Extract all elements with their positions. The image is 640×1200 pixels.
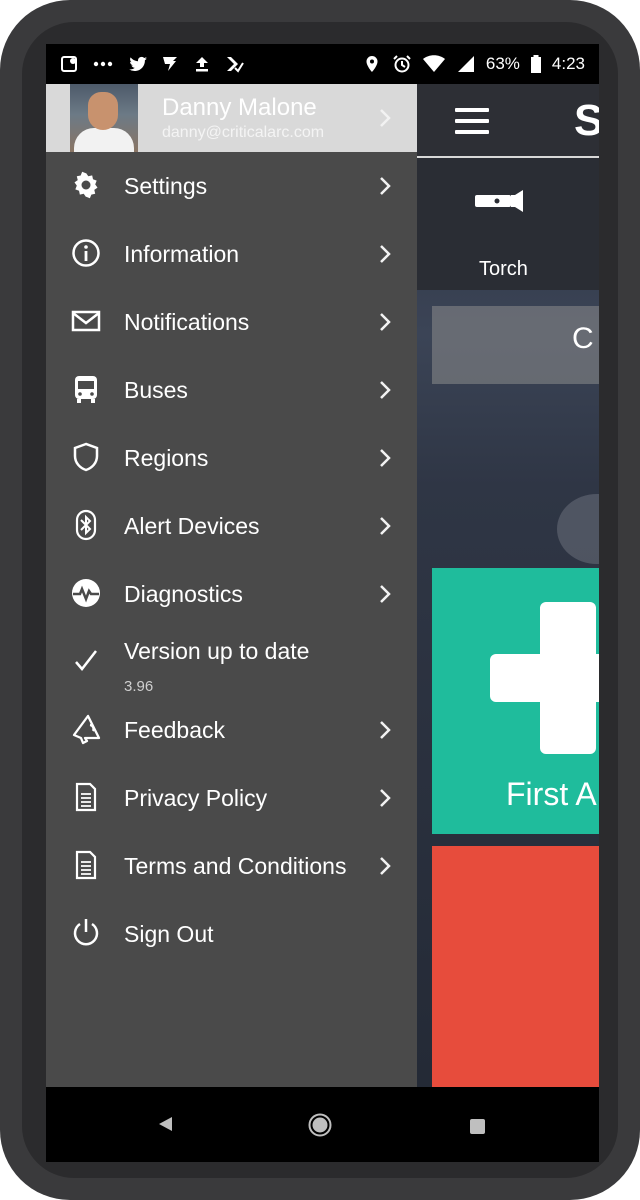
menu-item-label: Terms and Conditions xyxy=(124,853,347,879)
menu-item-label: Notifications xyxy=(124,309,250,335)
flashlight-icon xyxy=(475,190,523,212)
profile-email: danny@criticalarc.com xyxy=(162,124,325,141)
trello-icon xyxy=(163,57,177,71)
app-logo: S xyxy=(574,96,599,145)
twitter-icon xyxy=(129,56,147,72)
navigation-drawer: Danny Malone danny@criticalarc.com Setti… xyxy=(46,84,417,1087)
menu-item-sign-out[interactable]: Sign Out xyxy=(46,900,417,968)
torch-label: Torch xyxy=(479,258,528,280)
chevron-right-icon xyxy=(380,789,391,807)
menu-item-feedback[interactable]: Feedback xyxy=(46,696,417,764)
menu-item-label: Settings xyxy=(124,173,208,199)
chevron-right-icon xyxy=(380,109,391,127)
status-bar: 63% 4:23 xyxy=(46,44,599,84)
search-text: C xyxy=(572,322,594,355)
menu-item-label: Regions xyxy=(124,445,209,471)
app-header: S xyxy=(417,84,599,158)
torch-button[interactable]: Torch xyxy=(417,158,599,290)
profile-name: Danny Malone xyxy=(162,94,317,121)
chevron-right-icon xyxy=(380,313,391,331)
menu-item-label: Buses xyxy=(124,377,188,403)
chevron-right-icon xyxy=(380,381,391,399)
power-icon xyxy=(73,919,99,946)
profile-header[interactable]: Danny Malone danny@criticalarc.com xyxy=(46,84,417,152)
document-icon xyxy=(75,850,97,880)
first-aid-label: First A xyxy=(506,776,597,812)
document-icon xyxy=(75,782,97,812)
menu-item-alert-devices[interactable]: Alert Devices xyxy=(46,492,417,560)
envelope-icon xyxy=(71,310,101,332)
menu-item-label: Version up to date xyxy=(124,638,310,664)
emergency-tile[interactable] xyxy=(432,846,599,1116)
chevron-right-icon xyxy=(380,245,391,263)
system-navigation-bar xyxy=(46,1087,599,1162)
checkmark-icon xyxy=(75,650,97,671)
menu-item-buses[interactable]: Buses xyxy=(46,356,417,424)
battery-icon xyxy=(530,55,541,73)
menu-item-label: Sign Out xyxy=(124,921,214,947)
megaphone-icon xyxy=(72,714,101,745)
menu-item-label: Diagnostics xyxy=(124,581,243,607)
menu-item-settings[interactable]: Settings xyxy=(46,152,417,220)
recent-apps-icon[interactable] xyxy=(470,1119,485,1134)
pulse-icon xyxy=(72,579,100,607)
menu-item-regions[interactable]: Regions xyxy=(46,424,417,492)
search-bar[interactable]: C xyxy=(432,306,599,384)
location-icon xyxy=(366,56,378,72)
back-icon[interactable] xyxy=(156,1115,174,1133)
bus-icon xyxy=(75,376,97,403)
alarm-icon xyxy=(393,55,411,73)
menu-item-label: Privacy Policy xyxy=(124,785,268,811)
task-check-icon xyxy=(227,57,244,73)
menu-item-privacy-policy[interactable]: Privacy Policy xyxy=(46,764,417,832)
chevron-right-icon xyxy=(380,449,391,467)
home-icon[interactable] xyxy=(308,1113,332,1137)
map-marker-blur xyxy=(557,494,599,564)
first-aid-tile[interactable]: First A xyxy=(432,568,599,834)
menu-item-label: Information xyxy=(124,241,240,267)
chevron-right-icon xyxy=(380,517,391,535)
app-main-view: S Torch C First A xyxy=(417,84,599,1116)
bluetooth-icon xyxy=(75,509,97,541)
info-icon xyxy=(72,239,100,267)
drawer-menu: Settings Information Notifications Buses… xyxy=(46,152,417,968)
first-aid-cross-bar xyxy=(490,654,599,702)
menu-item-label: Feedback xyxy=(124,717,226,743)
version-number: 3.96 xyxy=(124,678,154,695)
wifi-icon xyxy=(422,55,445,72)
chevron-right-icon xyxy=(380,177,391,195)
menu-item-diagnostics[interactable]: Diagnostics xyxy=(46,560,417,628)
shield-icon xyxy=(73,442,99,472)
avatar xyxy=(70,84,138,152)
hamburger-menu-icon[interactable] xyxy=(455,108,489,134)
chevron-right-icon xyxy=(380,585,391,603)
menu-item-version: Version up to date 3.96 xyxy=(46,628,417,696)
upload-icon xyxy=(196,57,208,72)
menu-item-information[interactable]: Information xyxy=(46,220,417,288)
screen: 63% 4:23 S Torch C First A Danny Malone … xyxy=(46,44,599,1162)
maps-notification-icon xyxy=(61,56,77,72)
clock: 4:23 xyxy=(551,54,585,73)
menu-item-label: Alert Devices xyxy=(124,513,260,539)
more-notifications-icon xyxy=(93,61,113,67)
menu-item-terms-and-conditions[interactable]: Terms and Conditions xyxy=(46,832,417,900)
menu-item-notifications[interactable]: Notifications xyxy=(46,288,417,356)
chevron-right-icon xyxy=(380,721,391,739)
chevron-right-icon xyxy=(380,857,391,875)
gear-icon xyxy=(74,171,98,199)
cell-signal-icon xyxy=(457,56,474,72)
battery-percent: 63% xyxy=(485,54,520,73)
